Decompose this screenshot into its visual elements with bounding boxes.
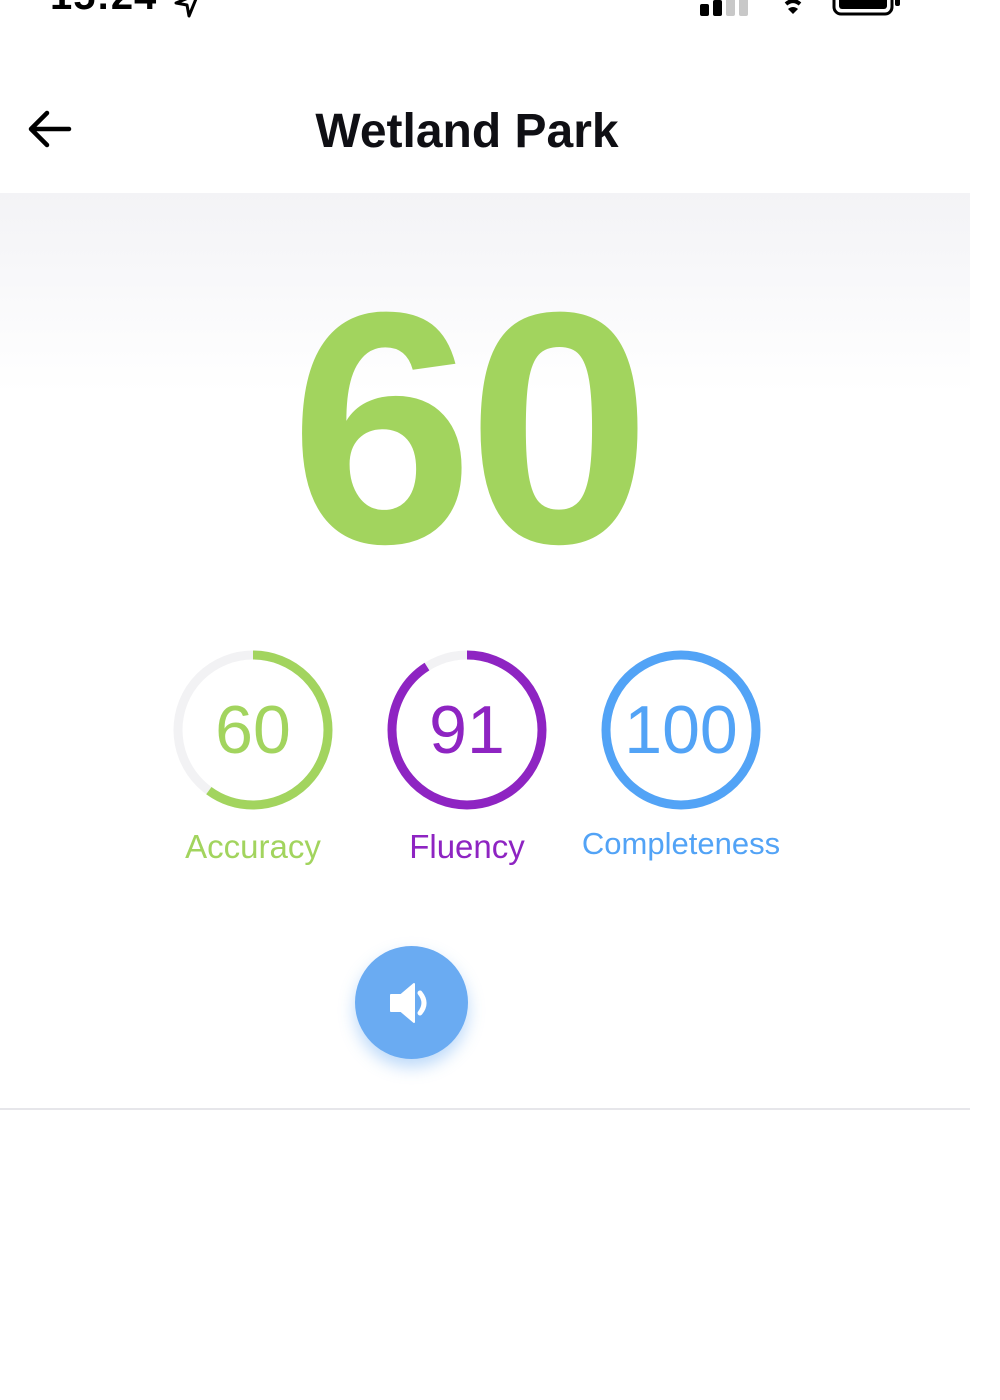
divider xyxy=(0,1108,970,1110)
location-arrow-icon xyxy=(174,0,198,18)
fluency-label: Fluency xyxy=(409,828,525,865)
metric-completeness: 100 Completeness xyxy=(566,648,796,878)
wifi-icon xyxy=(784,0,802,14)
metric-accuracy: 60 Accuracy xyxy=(138,648,368,878)
accuracy-value: 60 xyxy=(215,692,291,768)
fluency-value: 91 xyxy=(429,692,505,768)
status-bar: 15:24 xyxy=(0,0,1000,20)
speaker-icon xyxy=(389,982,426,1023)
page-title: Wetland Park xyxy=(315,105,619,158)
score-card: 60 60 Accuracy 91 Fluency 100 Completene… xyxy=(0,193,970,1108)
nav-bar: Wetland Park xyxy=(0,80,970,190)
overall-score: 60 xyxy=(289,243,651,612)
accuracy-label: Accuracy xyxy=(185,828,321,865)
status-time: 15:24 xyxy=(50,0,157,19)
signal-icon xyxy=(700,0,748,16)
play-audio-button[interactable] xyxy=(355,946,468,1059)
metrics-row: 60 Accuracy 91 Fluency 100 Completeness xyxy=(0,648,970,878)
completeness-label: Completeness xyxy=(581,826,781,861)
metric-fluency: 91 Fluency xyxy=(352,648,582,878)
battery-icon xyxy=(832,0,900,16)
completeness-value: 100 xyxy=(624,692,738,768)
score-screen: 15:24 Wetland Park 60 xyxy=(0,0,1000,1400)
